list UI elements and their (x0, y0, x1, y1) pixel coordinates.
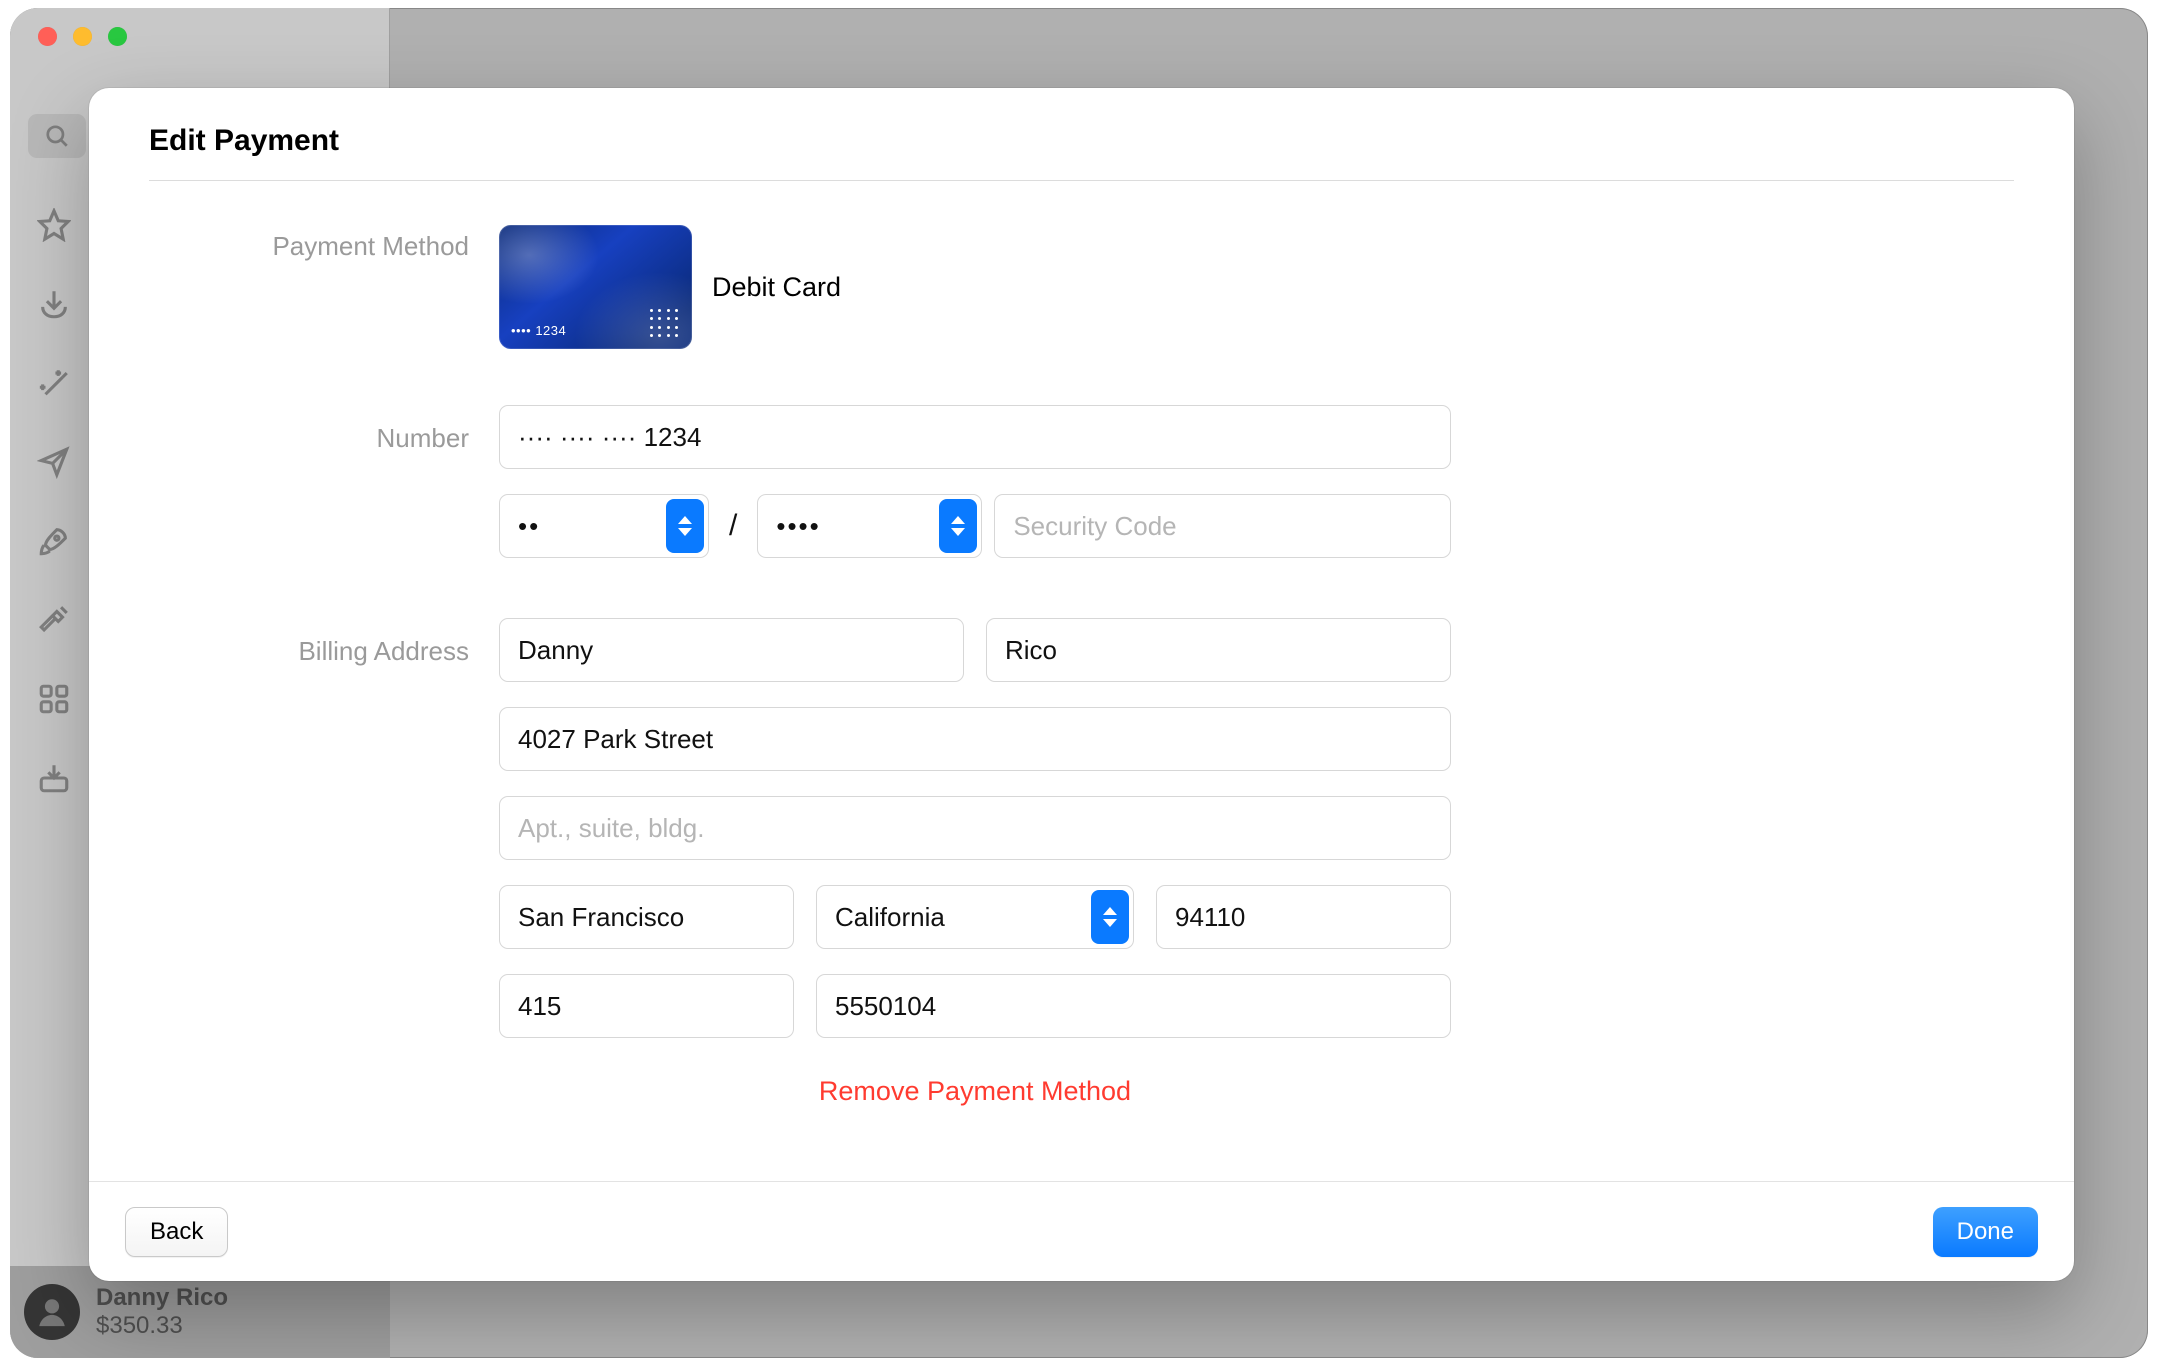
tray-down-icon (34, 758, 74, 798)
download-icon (34, 284, 74, 324)
paperplane-icon (34, 442, 74, 482)
exp-month-wrap (499, 494, 709, 558)
wand-icon (34, 363, 74, 403)
exp-year-wrap (757, 494, 982, 558)
expiry-separator: / (721, 509, 745, 543)
app-window: Danny Rico $350.33 Edit Payment Payment … (10, 8, 2148, 1358)
remove-payment-method-link[interactable]: Remove Payment Method (499, 1076, 1451, 1107)
star-icon (34, 205, 74, 245)
avatar (24, 1284, 80, 1340)
back-button[interactable]: Back (125, 1207, 228, 1257)
card-number-input[interactable] (499, 405, 1451, 469)
street2-input[interactable] (499, 796, 1451, 860)
close-window-button[interactable] (38, 27, 57, 46)
dialog-title: Edit Payment (149, 124, 2014, 181)
card-brand-icon (650, 309, 680, 339)
account-name: Danny Rico (96, 1284, 228, 1312)
security-code-input[interactable] (994, 494, 1451, 558)
card-art-mask: •••• 1234 (511, 323, 566, 338)
stepper-icon[interactable] (1091, 890, 1129, 944)
zoom-window-button[interactable] (108, 27, 127, 46)
state-wrap (816, 885, 1134, 949)
window-controls (38, 27, 127, 46)
phone-area-input[interactable] (499, 974, 794, 1038)
search-field-dimmed (28, 114, 86, 158)
payment-form: Payment Method •••• 1234 Debit Card Numb… (149, 225, 2014, 1107)
edit-payment-sheet: Edit Payment Payment Method •••• 1234 De… (89, 88, 2074, 1281)
phone-number-input[interactable] (816, 974, 1451, 1038)
street-input[interactable] (499, 707, 1451, 771)
search-icon (44, 123, 70, 149)
city-input[interactable] (499, 885, 794, 949)
hammer-icon (34, 600, 74, 640)
rocket-icon (34, 521, 74, 561)
done-button[interactable]: Done (1933, 1207, 2038, 1257)
sheet-body: Edit Payment Payment Method •••• 1234 De… (89, 88, 2074, 1181)
billing-address-label: Billing Address (149, 618, 499, 1107)
sheet-footer: Back Done (89, 1181, 2074, 1281)
zip-input[interactable] (1156, 885, 1451, 949)
last-name-input[interactable] (986, 618, 1451, 682)
card-art: •••• 1234 (499, 225, 692, 349)
stepper-icon[interactable] (939, 499, 977, 553)
state-select[interactable] (816, 885, 1134, 949)
grid-icon (34, 679, 74, 719)
sidebar-icons (34, 205, 74, 798)
minimize-window-button[interactable] (73, 27, 92, 46)
account-credit: $350.33 (96, 1312, 228, 1340)
first-name-input[interactable] (499, 618, 964, 682)
stepper-icon[interactable] (666, 499, 704, 553)
payment-method-type: Debit Card (712, 272, 841, 303)
card-number-label: Number (149, 405, 499, 618)
payment-method-label: Payment Method (149, 225, 499, 405)
